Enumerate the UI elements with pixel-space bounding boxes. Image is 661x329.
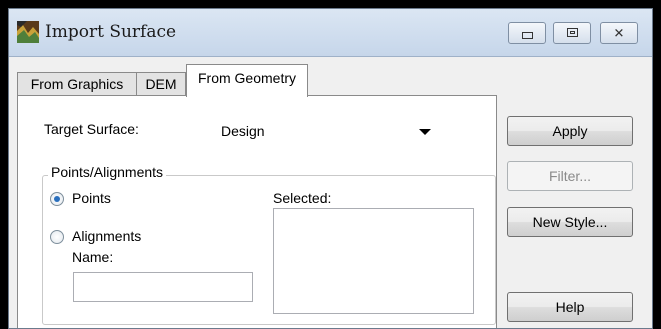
selected-list[interactable] xyxy=(273,208,474,314)
title-bar[interactable]: Import Surface ✕ xyxy=(9,9,652,57)
points-label[interactable]: Points xyxy=(72,190,111,206)
points-alignments-group-label: Points/Alignments xyxy=(48,164,167,180)
new-style-button[interactable]: New Style... xyxy=(507,207,633,237)
points-radio[interactable] xyxy=(50,192,64,206)
alignments-radio[interactable] xyxy=(50,230,64,244)
help-button[interactable]: Help xyxy=(507,292,633,322)
alignments-label[interactable]: Alignments xyxy=(72,228,141,244)
selected-label: Selected: xyxy=(273,190,332,206)
tab-from-graphics[interactable]: From Graphics xyxy=(17,72,137,96)
tab-dem[interactable]: DEM xyxy=(136,72,186,96)
target-surface-label: Target Surface: xyxy=(44,121,139,137)
apply-button[interactable]: Apply xyxy=(507,116,633,146)
filter-button[interactable]: Filter... xyxy=(507,161,633,191)
maximize-button[interactable] xyxy=(553,22,591,44)
close-button[interactable]: ✕ xyxy=(600,22,638,44)
target-surface-select[interactable]: Design xyxy=(214,117,442,145)
minimize-button[interactable] xyxy=(508,22,546,44)
import-surface-window: Import Surface ✕ From Graphics DEM From … xyxy=(8,8,653,329)
from-geometry-panel: Target Surface: Design Points/Alignments… xyxy=(17,95,497,328)
target-surface-value: Design xyxy=(221,123,265,139)
chevron-down-icon xyxy=(419,129,431,135)
window-title: Import Surface xyxy=(45,22,177,42)
maximize-icon xyxy=(567,28,578,37)
close-icon: ✕ xyxy=(613,25,625,41)
tab-from-geometry[interactable]: From Geometry xyxy=(186,64,308,97)
surface-app-icon xyxy=(17,21,39,43)
minimize-icon xyxy=(522,32,533,39)
name-input[interactable] xyxy=(73,272,253,302)
name-label: Name: xyxy=(72,249,114,265)
